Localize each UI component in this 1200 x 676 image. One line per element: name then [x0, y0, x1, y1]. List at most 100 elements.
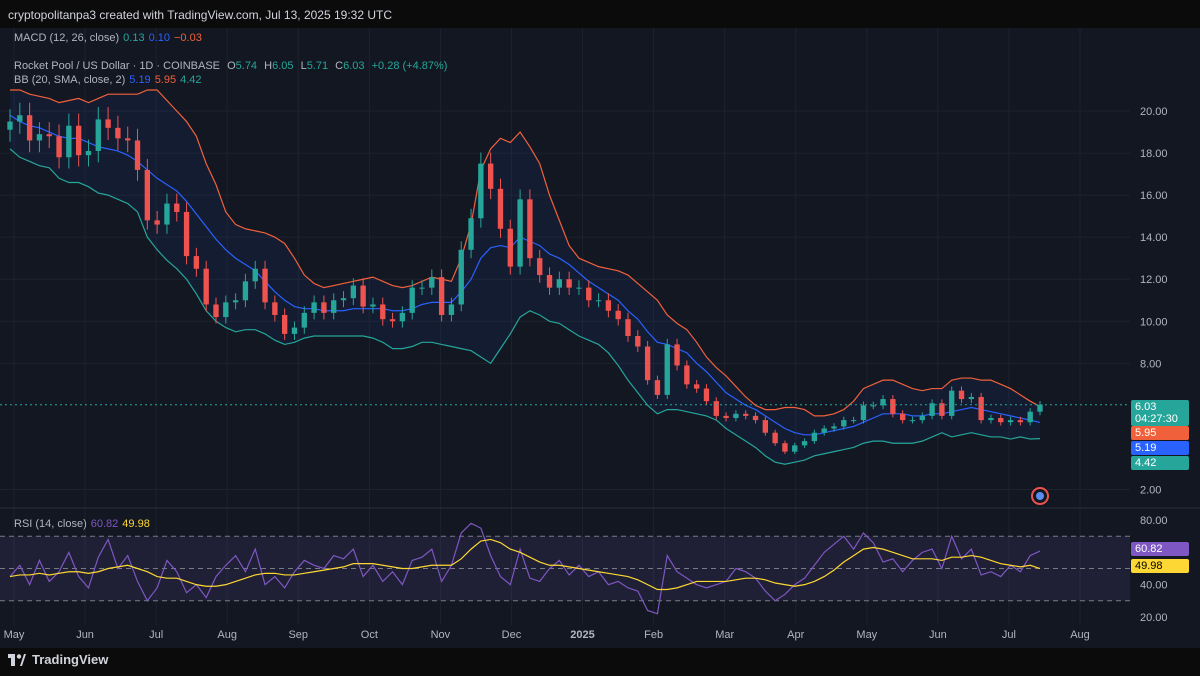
candle — [272, 302, 278, 315]
candle — [978, 396, 984, 421]
candle — [625, 319, 631, 336]
candle — [762, 420, 769, 433]
candle — [95, 119, 101, 151]
candle — [487, 163, 494, 189]
candle — [115, 127, 121, 139]
candle — [350, 285, 357, 299]
candle — [664, 344, 670, 395]
candle — [576, 287, 582, 289]
candle — [635, 336, 641, 347]
rsi-axis-label: 20.00 — [1140, 612, 1168, 624]
candle — [801, 441, 808, 446]
candle — [644, 346, 651, 381]
candle — [17, 115, 23, 122]
candle — [409, 287, 415, 313]
candle — [831, 426, 837, 429]
price-axis-label: 10.00 — [1140, 316, 1168, 328]
candle — [66, 125, 72, 158]
time-axis-label: Jun — [929, 629, 947, 641]
candle — [841, 420, 847, 427]
candle — [134, 140, 141, 170]
candle — [380, 304, 386, 320]
chart-frame: cryptopolitanpa3 created with TradingVie… — [0, 0, 1200, 676]
candle — [125, 138, 131, 141]
candle — [733, 413, 739, 418]
candle — [154, 220, 160, 225]
candle — [429, 277, 435, 288]
bb-basis-tag: 5.19 — [1131, 441, 1189, 455]
tradingview-logo[interactable]: TradingView — [8, 652, 108, 667]
candle — [968, 396, 975, 400]
candle — [713, 401, 719, 416]
candle — [703, 388, 710, 402]
candle — [193, 256, 200, 269]
macd-legend: MACD (12, 26, close) 0.13 0.10 −0.03 — [14, 32, 202, 44]
price-axis-label: 16.00 — [1140, 190, 1168, 202]
candle — [949, 390, 955, 416]
candle — [998, 418, 1004, 423]
candle — [743, 413, 749, 416]
candle — [174, 203, 180, 212]
candle — [1037, 404, 1043, 412]
bb-legend: BB (20, SMA, close, 2) 5.19 5.95 4.42 — [14, 74, 202, 86]
candle — [56, 136, 62, 158]
candle — [909, 420, 916, 422]
candle — [7, 121, 13, 130]
candle — [586, 287, 592, 301]
candle — [821, 428, 827, 433]
candle — [36, 134, 43, 141]
candle — [1027, 411, 1033, 423]
time-axis-label: Jun — [76, 629, 94, 641]
candle — [605, 300, 612, 311]
time-axis-label: Aug — [1070, 629, 1090, 641]
time-axis-label: Jul — [1002, 629, 1016, 641]
candle — [213, 304, 219, 318]
candle — [232, 300, 239, 303]
candle — [899, 413, 906, 421]
candle — [546, 275, 553, 288]
candle — [360, 285, 366, 307]
candle — [772, 432, 778, 444]
chart-canvas[interactable]: 20.00 18.00 16.00 14.00 12.00 10.00 8.00 2.00 Ma… — [0, 0, 1200, 676]
candle — [370, 304, 376, 307]
candle — [850, 420, 857, 422]
candle — [389, 319, 396, 322]
candle — [223, 302, 229, 318]
time-axis-label: Oct — [361, 629, 378, 641]
bb-lower-tag: 4.42 — [1131, 456, 1189, 470]
candle — [870, 405, 876, 407]
symbol-legend: Rocket Pool / US Dollar · 1D · COINBASE … — [14, 60, 448, 72]
candle — [595, 300, 602, 302]
event-flag-dot — [1036, 492, 1044, 500]
candle — [438, 277, 445, 315]
candle — [340, 298, 347, 301]
candle — [203, 268, 209, 305]
price-axis-label: 12.00 — [1140, 274, 1168, 286]
candle — [958, 390, 965, 400]
rsi-legend: RSI (14, close) 60.82 49.98 — [14, 518, 150, 530]
time-axis-label: Sep — [288, 629, 308, 641]
candle — [615, 310, 621, 320]
last-price-tag: 6.03 04:27:30 — [1131, 400, 1189, 426]
candle — [674, 344, 680, 366]
candle — [752, 415, 759, 421]
candle — [458, 249, 464, 305]
candle — [792, 445, 798, 452]
rsi-axis-label: 80.00 — [1140, 515, 1168, 527]
candle — [860, 405, 867, 421]
rsi-value-tag: 60.82 — [1131, 542, 1189, 556]
tradingview-icon — [8, 653, 26, 666]
candle — [26, 115, 33, 141]
candle — [517, 199, 523, 267]
price-axis-label: 18.00 — [1140, 148, 1168, 160]
candle — [301, 312, 307, 328]
candle — [85, 150, 92, 156]
candle — [321, 302, 327, 313]
price-axis-label: 2.00 — [1140, 484, 1161, 496]
candle — [311, 302, 317, 313]
bb-upper-tag: 5.95 — [1131, 426, 1189, 440]
candle — [654, 380, 661, 395]
candle — [507, 228, 513, 267]
time-axis-label: Dec — [502, 629, 522, 641]
candle — [890, 399, 896, 414]
